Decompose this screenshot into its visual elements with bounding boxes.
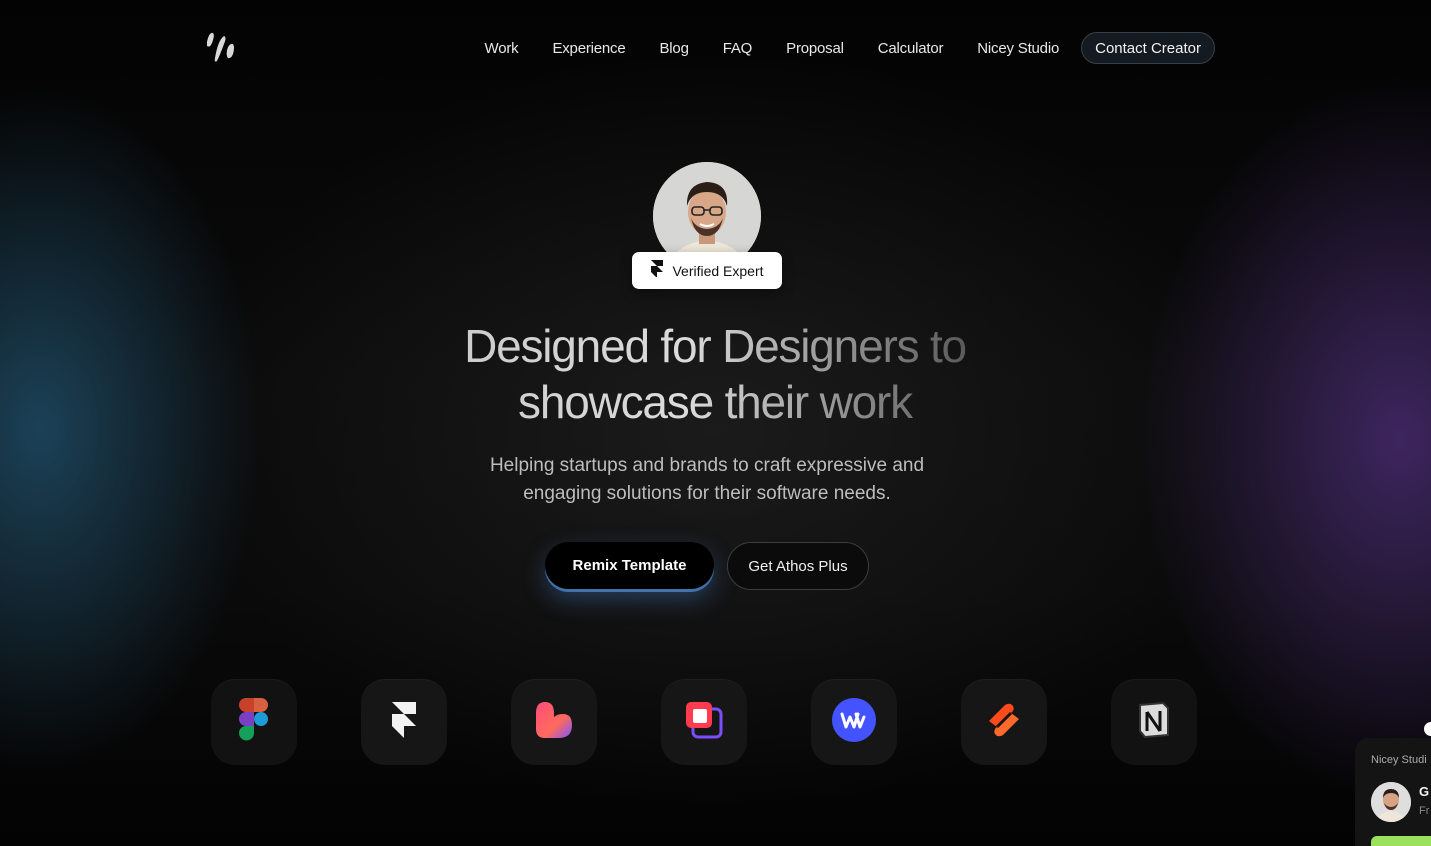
figma-icon [239, 697, 269, 747]
nav-links: Work Experience Blog FAQ Proposal Calcul… [485, 32, 1215, 64]
nav-link-calculator[interactable]: Calculator [878, 40, 944, 57]
tool-tile-notion [1111, 679, 1197, 765]
layers-icon [683, 699, 725, 746]
tool-tile-webflow [811, 679, 897, 765]
remix-template-button[interactable]: Remix Template [545, 542, 714, 589]
headline-line-2: showcase their work [518, 376, 912, 428]
headline-line-1: Designed for Designers to [464, 320, 966, 372]
nav-link-blog[interactable]: Blog [660, 40, 689, 57]
nav-link-faq[interactable]: FAQ [723, 40, 753, 57]
chat-avatar [1371, 782, 1411, 822]
athos-logo-icon[interactable] [200, 28, 240, 68]
badge-label: Verified Expert [672, 262, 764, 279]
hero-subtitle: Helping startups and brands to craft exp… [465, 452, 949, 508]
contact-creator-button[interactable]: Contact Creator [1081, 32, 1215, 64]
chat-subtitle: Fr [1419, 805, 1430, 817]
webflow-icon [831, 697, 877, 748]
subtitle-line-2: engaging solutions for their software ne… [523, 483, 891, 504]
tool-tile-clay [511, 679, 597, 765]
subtitle-line-1: Helping startups and brands to craft exp… [489, 455, 925, 476]
framer-icon [390, 700, 418, 745]
tool-tile-zapier [961, 679, 1047, 765]
notion-icon [1137, 701, 1171, 744]
tool-tile-layers [661, 679, 747, 765]
get-athos-plus-button[interactable]: Get Athos Plus [727, 542, 869, 590]
verified-expert-badge: Verified Expert [632, 252, 782, 289]
tool-tile-figma [211, 679, 297, 765]
clay-icon [533, 699, 575, 746]
nav-link-work[interactable]: Work [485, 40, 519, 57]
zapier-icon [983, 699, 1025, 746]
framer-icon [650, 259, 664, 282]
top-navigation: Work Experience Blog FAQ Proposal Calcul… [0, 0, 1431, 96]
hero-headline: Designed for Designers to showcase their… [415, 318, 1015, 430]
chat-name: G [1419, 784, 1430, 799]
nav-link-nicey-studio[interactable]: Nicey Studio [977, 40, 1059, 57]
chat-action-button[interactable] [1371, 836, 1431, 846]
tool-tile-framer [361, 679, 447, 765]
hero-section: Verified Expert Designed for Designers t… [0, 0, 1431, 846]
chat-widget[interactable]: Nicey Studi G Fr [1355, 738, 1431, 846]
nav-link-proposal[interactable]: Proposal [786, 40, 844, 57]
nav-link-experience[interactable]: Experience [552, 40, 625, 57]
chat-tab-indicator[interactable] [1424, 722, 1431, 736]
chat-studio-label: Nicey Studi [1371, 754, 1427, 766]
